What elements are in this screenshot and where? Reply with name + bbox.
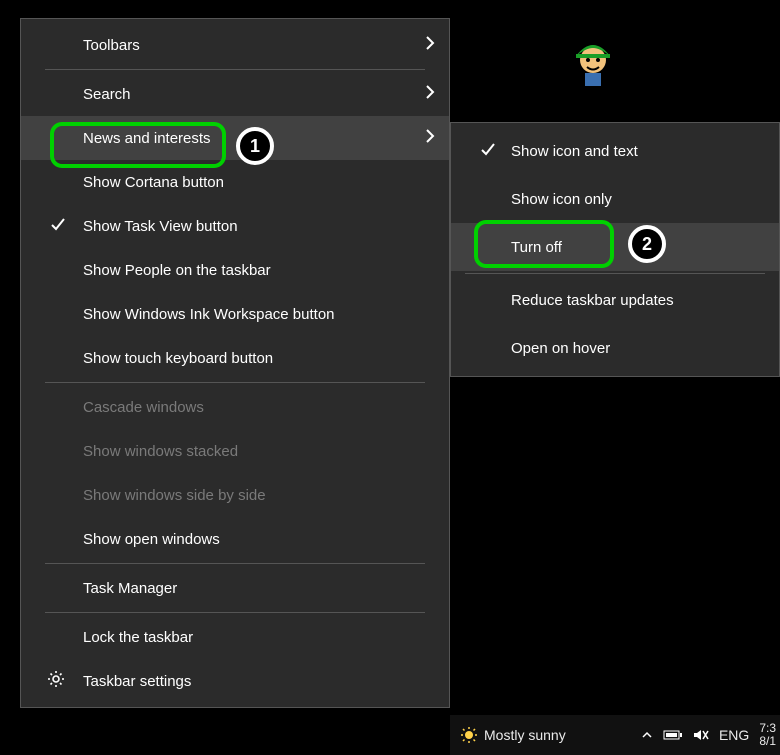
- menu-separator: [465, 273, 765, 274]
- menu-separator: [45, 382, 425, 383]
- chevron-right-icon: [425, 128, 435, 148]
- chevron-right-icon: [425, 35, 435, 55]
- menu-item-label: Search: [83, 86, 131, 103]
- menu-item-label: Lock the taskbar: [83, 629, 193, 646]
- news-and-interests-submenu: Show icon and text Show icon only Turn o…: [450, 122, 780, 377]
- menu-item-label: Show Task View button: [83, 218, 238, 235]
- check-icon: [49, 215, 67, 237]
- submenu-item-turn-off[interactable]: Turn off: [451, 223, 779, 271]
- menu-item-show-task-view-button[interactable]: Show Task View button: [21, 204, 449, 248]
- user-avatar: [570, 40, 616, 86]
- menu-item-label: Show windows side by side: [83, 487, 266, 504]
- check-icon: [479, 140, 497, 162]
- menu-item-cascade-windows: Cascade windows: [21, 385, 449, 429]
- menu-item-label: Task Manager: [83, 580, 177, 597]
- menu-item-label: Taskbar settings: [83, 673, 191, 690]
- menu-item-label: Cascade windows: [83, 399, 204, 416]
- menu-item-show-windows-stacked: Show windows stacked: [21, 429, 449, 473]
- weather-widget[interactable]: Mostly sunny: [460, 726, 566, 744]
- menu-item-show-windows-side-by-side: Show windows side by side: [21, 473, 449, 517]
- menu-item-label: Open on hover: [511, 340, 610, 357]
- menu-item-lock-taskbar[interactable]: Lock the taskbar: [21, 615, 449, 659]
- clock[interactable]: 7:3 8/1: [759, 722, 776, 748]
- volume-icon[interactable]: [693, 728, 709, 742]
- sun-icon: [460, 726, 478, 744]
- menu-separator: [45, 612, 425, 613]
- menu-item-taskbar-settings[interactable]: Taskbar settings: [21, 659, 449, 703]
- language-indicator[interactable]: ENG: [719, 727, 749, 743]
- menu-item-toolbars[interactable]: Toolbars: [21, 23, 449, 67]
- taskbar: Mostly sunny ENG 7:3 8/1: [450, 715, 780, 755]
- menu-item-show-people[interactable]: Show People on the taskbar: [21, 248, 449, 292]
- menu-item-label: Show icon only: [511, 191, 612, 208]
- menu-item-show-open-windows[interactable]: Show open windows: [21, 517, 449, 561]
- menu-item-label: Toolbars: [83, 37, 140, 54]
- tray-chevron-icon[interactable]: [641, 729, 653, 741]
- submenu-item-reduce-taskbar-updates[interactable]: Reduce taskbar updates: [451, 276, 779, 324]
- menu-item-show-cortana-button[interactable]: Show Cortana button: [21, 160, 449, 204]
- submenu-item-show-icon-only[interactable]: Show icon only: [451, 175, 779, 223]
- menu-item-show-ink-workspace[interactable]: Show Windows Ink Workspace button: [21, 292, 449, 336]
- menu-item-label: Show Windows Ink Workspace button: [83, 306, 335, 323]
- taskbar-context-menu: Toolbars Search News and interests Show …: [20, 18, 450, 708]
- menu-separator: [45, 563, 425, 564]
- menu-item-label: Show People on the taskbar: [83, 262, 271, 279]
- menu-item-news-and-interests[interactable]: News and interests: [21, 116, 449, 160]
- chevron-right-icon: [425, 84, 435, 104]
- menu-item-label: Reduce taskbar updates: [511, 292, 674, 309]
- menu-item-label: News and interests: [83, 130, 211, 147]
- submenu-item-show-icon-and-text[interactable]: Show icon and text: [451, 127, 779, 175]
- submenu-item-open-on-hover[interactable]: Open on hover: [451, 324, 779, 372]
- gear-icon: [47, 670, 65, 692]
- menu-item-label: Show icon and text: [511, 143, 638, 160]
- menu-item-task-manager[interactable]: Task Manager: [21, 566, 449, 610]
- menu-item-label: Show touch keyboard button: [83, 350, 273, 367]
- menu-separator: [45, 69, 425, 70]
- menu-item-label: Show windows stacked: [83, 443, 238, 460]
- menu-item-label: Show Cortana button: [83, 174, 224, 191]
- menu-item-label: Turn off: [511, 239, 562, 256]
- menu-item-search[interactable]: Search: [21, 72, 449, 116]
- weather-label: Mostly sunny: [484, 727, 566, 743]
- menu-item-show-touch-keyboard[interactable]: Show touch keyboard button: [21, 336, 449, 380]
- clock-date: 8/1: [759, 735, 776, 748]
- menu-item-label: Show open windows: [83, 531, 220, 548]
- battery-icon[interactable]: [663, 729, 683, 741]
